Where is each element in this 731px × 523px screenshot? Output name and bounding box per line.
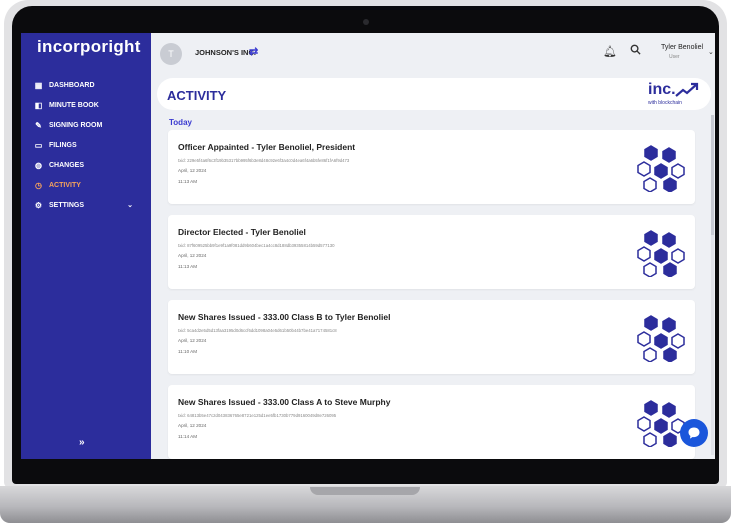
activity-icon: ◷ — [35, 180, 42, 190]
activity-date: April, 12 2024 — [178, 338, 207, 343]
company-avatar[interactable]: T — [160, 43, 182, 65]
folder-icon: ▭ — [34, 140, 43, 150]
sidebar-item-changes[interactable]: ◍ CHANGES — [21, 155, 151, 175]
activity-card[interactable]: Officer Appainted - Tyler Benoliel, Pres… — [168, 130, 695, 204]
activity-time: 11:13 AM — [178, 264, 198, 269]
activity-txid: txid: 5ca4d2e5d5d13faa3195d0d6ccf6dd1098… — [178, 328, 337, 333]
activity-date: April, 12 2024 — [178, 423, 207, 428]
user-name[interactable]: Tyler Benoliel — [661, 44, 703, 51]
brand-logo: inc. with blockchain — [648, 81, 706, 109]
content-scrollbar[interactable] — [711, 115, 714, 455]
blockchain-icon — [637, 315, 685, 362]
search-icon[interactable] — [630, 44, 641, 58]
sidebar-item-label: CHANGES — [49, 161, 85, 169]
activity-txid: txid: 64813b5e47c2d043836765e8721e125d1e… — [178, 413, 337, 418]
blockchain-icon — [637, 230, 685, 277]
activity-title: Officer Appainted - Tyler Benoliel, Pres… — [178, 142, 356, 152]
activity-card[interactable]: New Shares Issued - 333.00 Class B to Ty… — [168, 300, 695, 374]
brand-logo-text: inc. — [648, 81, 676, 98]
activity-time: 11:14 AM — [178, 434, 198, 439]
activity-time: 11:13 AM — [178, 179, 198, 184]
page-title: ACTIVITY — [167, 88, 227, 103]
activity-card[interactable]: Director Elected - Tyler Benoliel txid: … — [168, 215, 695, 289]
chevron-down-icon[interactable]: ⌄ — [708, 48, 714, 56]
book-icon: ◧ — [34, 100, 43, 110]
chat-bubble-icon — [688, 427, 700, 439]
pen-icon: ✎ — [35, 120, 42, 130]
dashboard-icon: ▦ — [34, 80, 43, 90]
blockchain-icon — [637, 400, 685, 447]
activity-card[interactable]: New Shares Issued - 333.00 Class A to St… — [168, 385, 695, 459]
sidebar-item-signing-room[interactable]: ✎ SIGNING ROOM — [21, 115, 151, 135]
activity-date: April, 12 2024 — [178, 168, 207, 173]
scrollbar-thumb[interactable] — [711, 115, 714, 235]
avatar-initials: T — [168, 49, 174, 59]
app-screen: incorporight ▦ DASHBOARD ◧ MINUTE BOOK ✎… — [21, 33, 715, 459]
sidebar-item-label: SETTINGS — [49, 201, 85, 209]
collapse-sidebar-button[interactable]: » — [79, 437, 85, 448]
sidebar-item-label: DASHBOARD — [49, 81, 95, 89]
company-name: JOHNSON'S INC. — [195, 48, 256, 57]
app-logo[interactable]: incorporight — [37, 37, 141, 57]
activity-date: April, 12 2024 — [178, 253, 207, 258]
section-label-today: Today — [169, 118, 192, 127]
changes-icon: ◍ — [35, 160, 42, 170]
sidebar-item-label: ACTIVITY — [49, 181, 81, 189]
chevron-down-icon: ⌄ — [127, 202, 133, 209]
sidebar-item-minute-book[interactable]: ◧ MINUTE BOOK — [21, 95, 151, 115]
sidebar-item-label: SIGNING ROOM — [49, 121, 103, 129]
activity-txid: txid: 229e5f4a6f6c3f19b35317bb995f6b3e8d… — [178, 158, 350, 163]
activity-title: New Shares Issued - 333.00 Class B to Ty… — [178, 312, 391, 322]
activity-title: Director Elected - Tyler Benoliel — [178, 227, 306, 237]
sidebar-item-activity[interactable]: ◷ ACTIVITY — [21, 175, 151, 195]
switch-company-icon[interactable]: ⇄ — [249, 45, 258, 58]
sidebar-item-label: MINUTE BOOK — [49, 101, 99, 109]
sidebar: incorporight ▦ DASHBOARD ◧ MINUTE BOOK ✎… — [21, 33, 151, 459]
page-header: ACTIVITY inc. with blockchain — [157, 78, 711, 110]
chat-button[interactable] — [680, 419, 708, 447]
sidebar-item-dashboard[interactable]: ▦ DASHBOARD — [21, 75, 151, 95]
sidebar-item-label: FILINGS — [49, 141, 77, 149]
trend-arrow-icon — [675, 82, 699, 97]
brand-tagline: with blockchain — [648, 100, 682, 106]
sidebar-item-filings[interactable]: ▭ FILINGS — [21, 135, 151, 155]
activity-time: 11:10 AM — [178, 349, 198, 354]
sidebar-nav: ▦ DASHBOARD ◧ MINUTE BOOK ✎ SIGNING ROOM… — [21, 75, 151, 215]
blockchain-icon — [637, 145, 685, 192]
sidebar-item-settings[interactable]: ⚙ SETTINGS ⌄ — [21, 195, 151, 215]
bell-icon[interactable]: 🔔︎ — [603, 45, 617, 58]
top-bar: T JOHNSON'S INC. ⇄ 🔔︎ Tyler Benoliel Use… — [151, 33, 715, 75]
activity-txid: txid: 87f609525bb9f1e9f1a9f081dd9b604bec… — [178, 243, 335, 248]
activity-title: New Shares Issued - 333.00 Class A to St… — [178, 397, 391, 407]
webcam — [363, 19, 369, 25]
user-role: User — [669, 54, 680, 60]
laptop-notch — [310, 487, 420, 495]
gear-icon: ⚙ — [34, 200, 43, 210]
